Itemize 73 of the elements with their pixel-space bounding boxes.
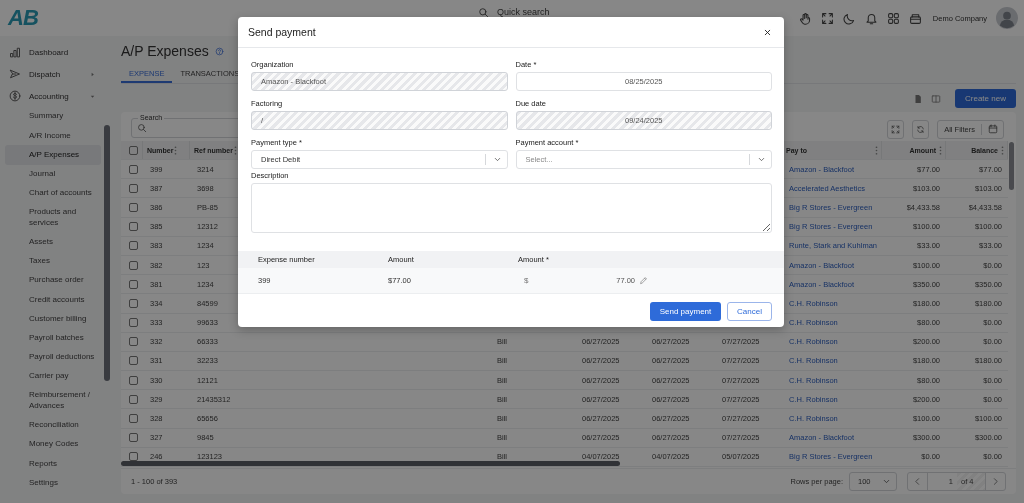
checkbox[interactable] — [129, 414, 138, 424]
logo[interactable]: AB — [8, 5, 48, 31]
hand-icon[interactable] — [798, 11, 812, 25]
sidebar-item[interactable]: Accounting — [0, 85, 104, 107]
sidebar-item[interactable]: Customer billing — [5, 309, 101, 329]
create-new-button[interactable]: Create new — [955, 89, 1016, 108]
checkbox[interactable] — [129, 318, 138, 328]
checkbox[interactable] — [129, 298, 138, 308]
description-field[interactable] — [251, 183, 772, 233]
search-icon — [478, 6, 489, 18]
dollar-circle-icon — [9, 90, 21, 102]
help-icon[interactable] — [214, 46, 224, 56]
scrollbar-thumb[interactable] — [1009, 142, 1014, 190]
scrollbar-thumb[interactable] — [121, 461, 620, 466]
moon-icon[interactable] — [842, 11, 856, 25]
checkbox[interactable] — [129, 356, 138, 366]
checkbox[interactable] — [129, 337, 138, 347]
checkbox[interactable] — [129, 222, 138, 232]
file-icon[interactable] — [913, 93, 923, 104]
currency-symbol: $ — [524, 276, 529, 285]
sidebar-item[interactable]: Payroll deductions — [5, 347, 101, 367]
scrollbar-thumb[interactable] — [104, 125, 110, 381]
notifications-icon[interactable] — [864, 11, 878, 25]
sidebar-item[interactable]: Dispatch — [0, 63, 104, 85]
sidebar-item[interactable]: Chart of accounts — [5, 183, 101, 203]
sidebar-item[interactable]: Dashboard — [0, 41, 104, 63]
sidebar-item[interactable]: Carrier pay — [5, 366, 101, 387]
dialog-title: Send payment — [248, 26, 316, 38]
sidebar-item[interactable]: Money Codes — [5, 435, 101, 455]
wallet-icon[interactable] — [908, 11, 922, 25]
sidebar-item[interactable]: A/R Income — [5, 126, 101, 146]
checkbox[interactable] — [129, 279, 138, 289]
calendar-icon — [988, 124, 998, 134]
chevron-down-icon — [882, 477, 891, 486]
paper-plane-icon — [9, 68, 21, 80]
checkbox[interactable] — [129, 202, 138, 212]
sidebar-item[interactable]: Settings — [5, 473, 101, 493]
avatar[interactable] — [996, 7, 1018, 29]
refresh-icon[interactable] — [912, 119, 930, 139]
bar-chart-icon — [9, 46, 21, 58]
columns-icon[interactable] — [931, 93, 941, 104]
checkbox[interactable] — [129, 375, 138, 385]
sidebar-item[interactable]: Reimbursement / Advances — [5, 386, 101, 416]
kebab-icon[interactable] — [233, 145, 237, 155]
checkbox[interactable] — [129, 241, 138, 251]
sidebar-item[interactable]: Payroll batches — [5, 328, 101, 348]
quick-search-field[interactable]: Quick search — [478, 6, 550, 18]
close-icon[interactable] — [763, 27, 772, 37]
checkbox[interactable] — [129, 183, 138, 193]
sidebar-item[interactable]: Journal — [5, 164, 101, 184]
chevron-down-icon — [492, 155, 502, 164]
chevron-down-icon — [757, 155, 766, 164]
sidebar-item[interactable]: Assets — [5, 232, 101, 252]
checkbox[interactable] — [129, 260, 138, 270]
checkbox[interactable] — [129, 433, 138, 443]
send-payment-button[interactable]: Send payment — [650, 302, 721, 321]
sidebar-item[interactable]: Purchase order — [5, 271, 101, 291]
sidebar-item[interactable]: Taxes — [5, 251, 101, 271]
checkbox[interactable] — [129, 164, 138, 174]
checkbox[interactable] — [129, 394, 138, 404]
fullscreen-icon[interactable] — [820, 11, 834, 25]
checkbox[interactable] — [129, 145, 138, 155]
apps-grid-icon[interactable] — [886, 11, 900, 25]
pencil-icon[interactable] — [639, 276, 648, 285]
sidebar-item[interactable]: Credit accounts — [5, 290, 101, 310]
cancel-button[interactable]: Cancel — [727, 302, 772, 321]
sidebar-item[interactable]: Reconciliation — [5, 415, 101, 435]
page-title: A/P Expenses — [121, 43, 209, 59]
search-icon — [137, 122, 147, 133]
sidebar-item[interactable]: Summary — [5, 107, 101, 127]
sidebar-item[interactable]: A/P Expenses — [5, 145, 101, 165]
sidebar-item[interactable]: Products and services — [5, 202, 101, 233]
sidebar-item[interactable]: Reports — [5, 454, 101, 474]
